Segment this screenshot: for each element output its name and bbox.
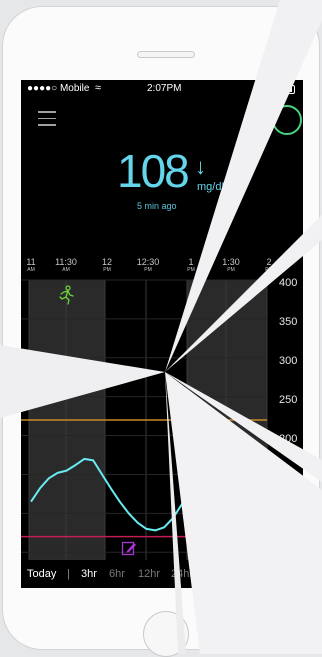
y-tick-label: 300	[279, 355, 298, 367]
home-button[interactable]	[143, 611, 189, 657]
carrier-label: ●●●●○ Mobile	[27, 83, 90, 94]
y-tick-label: 250	[279, 394, 298, 406]
status-bar: ●●●●○ Mobile ≈ 2:07PM	[21, 82, 303, 97]
y-tick-label: 400	[279, 277, 298, 289]
wifi-icon: ≈	[95, 82, 102, 94]
range-divider: |	[67, 568, 70, 580]
time-label: 2 PM	[265, 257, 273, 274]
time-label: 12 PM	[101, 257, 112, 274]
glucose-chart[interactable]: 11 AM 11:30 AM 12 PM 12:30 PM 1 PM 1:30 PM 2 PM…	[21, 250, 303, 588]
range-6hr[interactable]: 6hr	[109, 568, 125, 580]
time-label: 11 AM	[26, 257, 36, 274]
note-icon[interactable]	[121, 540, 137, 556]
range-24hr[interactable]: 24hr	[171, 568, 193, 580]
speaker-grille	[137, 51, 195, 58]
y-tick-label: 150	[279, 472, 298, 484]
range-3hr[interactable]: 3hr	[81, 568, 97, 580]
range-selector: Today | 3hr 6hr 12hr 24hr	[21, 560, 303, 588]
battery-icon	[279, 85, 295, 94]
down-arrow-icon: ↓	[195, 154, 206, 179]
status-time: 2:07PM	[147, 83, 182, 94]
reading-age: 5 min ago	[137, 201, 177, 211]
glucose-unit: mg/dL	[197, 181, 228, 193]
range-today[interactable]: Today	[27, 568, 56, 580]
share-icon[interactable]	[272, 105, 302, 135]
glucose-value: 108	[117, 145, 190, 197]
time-label: 1:30 PM	[222, 257, 240, 274]
time-label: 1 PM	[187, 257, 195, 274]
running-person-icon[interactable]	[57, 285, 75, 305]
time-label: 11:30 AM	[55, 257, 77, 274]
y-tick-label: 350	[279, 316, 298, 328]
range-12hr[interactable]: 12hr	[138, 568, 160, 580]
menu-icon[interactable]	[38, 111, 56, 126]
y-tick-label: 200	[279, 433, 298, 445]
time-label: 12:30 PM	[136, 257, 160, 274]
app-screen: ●●●●○ Mobile ≈ 2:07PM 108 ↓ mg/dL 5 min …	[21, 80, 303, 588]
